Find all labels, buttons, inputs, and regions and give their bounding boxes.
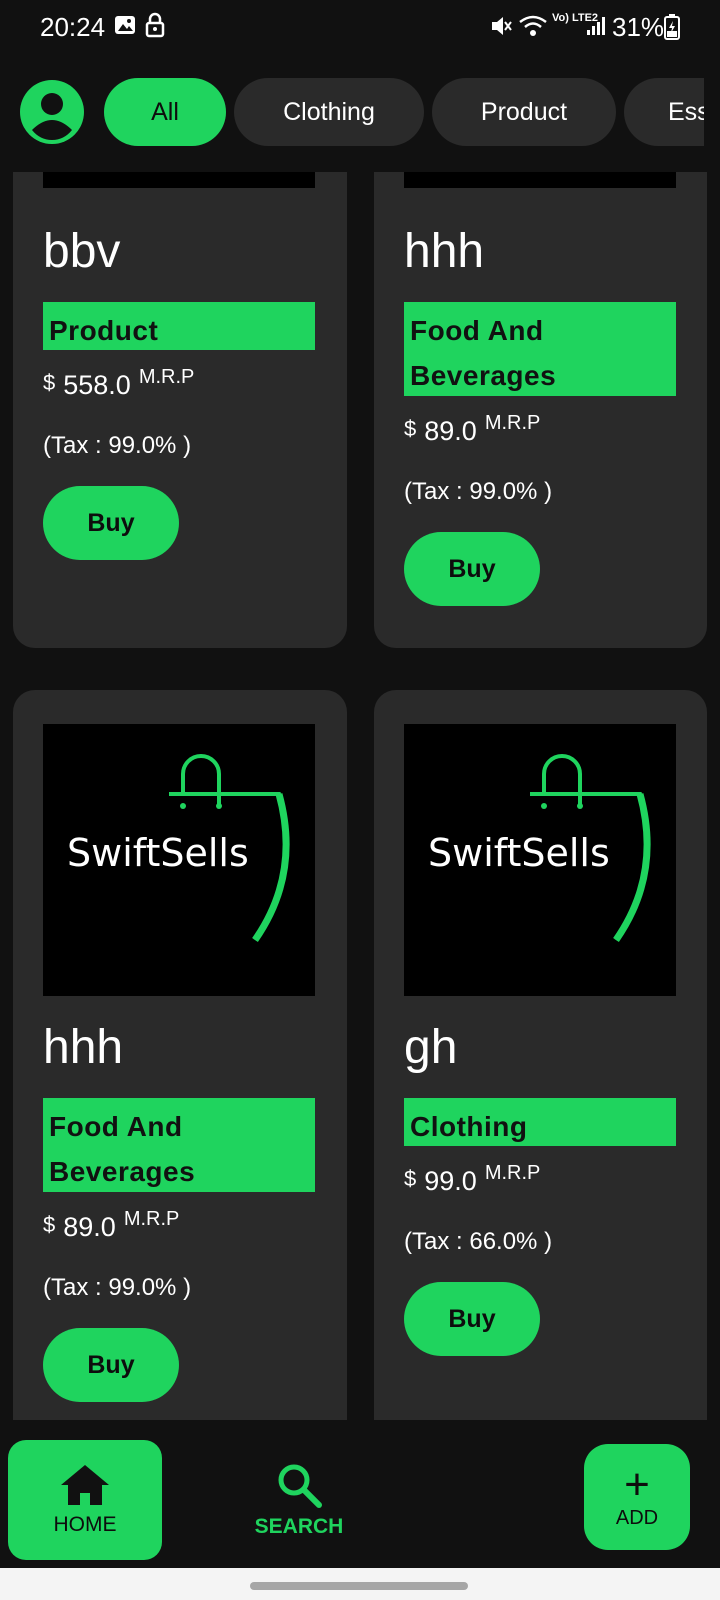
price-value: 99.0 [424, 1166, 477, 1196]
buy-button[interactable]: Buy [43, 486, 179, 560]
currency-symbol: $ [43, 1212, 56, 1237]
swiftsells-logo: SwiftSells [67, 754, 290, 943]
nav-add-button[interactable]: + ADD [584, 1444, 690, 1550]
battery-percent: 31% [612, 12, 665, 42]
product-tax: (Tax : 99.0% ) [43, 1274, 192, 1301]
product-tax: (Tax : 99.0% ) [404, 478, 553, 505]
person-icon [22, 82, 82, 142]
price-value: 558.0 [63, 370, 131, 400]
product-price: $ 89.0 M.R.P [43, 1208, 179, 1243]
lock-icon [144, 12, 166, 43]
product-tax: (Tax : 99.0% ) [43, 432, 192, 459]
swiftsells-logo: SwiftSells [428, 754, 651, 943]
gallery-notification-icon [114, 14, 136, 41]
status-time: 20:24 [40, 12, 106, 42]
product-category-badge: Food And Beverages [43, 1098, 315, 1192]
product-image [404, 172, 676, 188]
mrp-label: M.R.P [138, 366, 195, 388]
product-card[interactable]: SwiftSells gh Clothing $ 99.0 M.R.P (Tax… [374, 690, 707, 1420]
category-chip-product[interactable]: Product [432, 78, 616, 146]
mrp-label: M.R.P [484, 412, 541, 434]
product-price: $ 558.0 M.R.P [43, 366, 194, 401]
mute-icon [490, 14, 512, 43]
product-title: hhh [43, 1021, 124, 1074]
product-card[interactable]: SwiftSells hhh Food And Beverages $ 89.0… [13, 690, 347, 1420]
nav-search-label: SEARCH [254, 1515, 344, 1538]
product-image: SwiftSells [43, 724, 315, 996]
mrp-label: M.R.P [484, 1162, 541, 1184]
buy-button[interactable]: Buy [404, 1282, 540, 1356]
currency-symbol: $ [43, 370, 56, 395]
nav-search-button[interactable]: SEARCH [236, 1440, 362, 1560]
search-icon [278, 1464, 322, 1508]
plus-icon: + [624, 1459, 650, 1509]
logo-text: SwiftSells [428, 831, 610, 875]
product-card[interactable]: bbv Product $ 558.0 M.R.P (Tax : 99.0% )… [13, 172, 347, 648]
mrp-label: M.R.P [123, 1208, 180, 1230]
product-title: gh [404, 1021, 458, 1074]
category-chip-clothing[interactable]: Clothing [234, 78, 424, 146]
category-chip-essentials[interactable]: Ess [624, 78, 704, 146]
currency-symbol: $ [404, 1166, 417, 1191]
product-category-badge: Product [43, 302, 315, 350]
product-title: hhh [404, 225, 485, 278]
category-chip-all[interactable]: All [104, 78, 226, 146]
product-category-badge: Clothing [404, 1098, 676, 1146]
price-value: 89.0 [63, 1212, 116, 1242]
home-icon [61, 1465, 109, 1505]
currency-symbol: $ [404, 416, 417, 441]
nav-home-button[interactable]: HOME [8, 1440, 162, 1560]
product-grid: bbv Product $ 558.0 M.R.P (Tax : 99.0% )… [0, 172, 720, 1420]
product-price: $ 89.0 M.R.P [404, 412, 540, 447]
logo-text: SwiftSells [67, 831, 249, 875]
signal-icon [586, 16, 606, 41]
buy-button[interactable]: Buy [43, 1328, 179, 1402]
buy-button[interactable]: Buy [404, 532, 540, 606]
wifi-icon [518, 14, 548, 43]
gesture-handle[interactable] [250, 1582, 468, 1590]
price-value: 89.0 [424, 416, 477, 446]
profile-avatar[interactable] [20, 80, 84, 144]
product-tax: (Tax : 66.0% ) [404, 1228, 553, 1255]
product-category-badge: Food And Beverages [404, 302, 676, 396]
product-card[interactable]: hhh Food And Beverages $ 89.0 M.R.P (Tax… [374, 172, 707, 648]
battery-icon [664, 14, 680, 45]
product-image [43, 172, 315, 188]
category-chip-clip: Ess [624, 78, 704, 146]
product-title: bbv [43, 225, 121, 278]
product-image: SwiftSells [404, 724, 676, 996]
nav-add-label: ADD [615, 1506, 659, 1529]
product-price: $ 99.0 M.R.P [404, 1162, 540, 1197]
nav-home-label: HOME [53, 1513, 117, 1536]
